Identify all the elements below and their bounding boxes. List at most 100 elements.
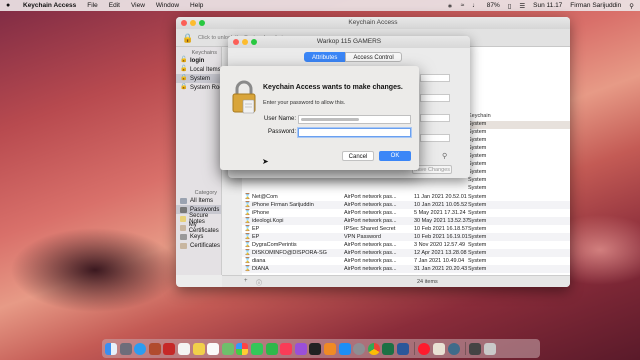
search-icon[interactable]: ⚲ [629, 2, 634, 10]
battery-percent[interactable]: 87% [487, 2, 500, 9]
excel-icon[interactable] [382, 342, 395, 355]
tab-attributes[interactable]: Attributes [304, 52, 346, 62]
table-cell: System [468, 177, 487, 183]
trash-icon[interactable] [483, 342, 496, 355]
table-row[interactable]: ⌛ DIANA AirPort network pas... 31 Jan 2021 … [242, 265, 570, 273]
photos-icon[interactable] [236, 342, 249, 355]
table-cell: System [468, 169, 487, 175]
safari-icon[interactable] [134, 342, 147, 355]
category-my-certificates[interactable]: My Certificates [176, 221, 221, 234]
username-field[interactable] [298, 115, 411, 124]
notes-icon[interactable] [192, 342, 205, 355]
word-icon[interactable] [396, 342, 409, 355]
launchpad-icon[interactable] [119, 342, 132, 355]
preview-icon[interactable] [433, 342, 446, 355]
sidebar-item-system[interactable]: 🔒 System [176, 74, 221, 83]
cancel-button[interactable]: Cancel [342, 151, 374, 161]
control-center-icon[interactable]: ☰ [519, 2, 525, 10]
table-row[interactable]: ⌛ iPhone AirPort network pas... 5 May 2021 … [242, 209, 570, 217]
tab-access-control[interactable]: Access Control [345, 52, 402, 62]
minimize-button[interactable] [190, 20, 196, 26]
app-store-icon[interactable] [338, 342, 351, 355]
table-cell: System [468, 129, 487, 135]
quicktime-icon[interactable] [447, 342, 460, 355]
attribute-field[interactable] [420, 114, 450, 122]
key-icon[interactable]: ⚲ [442, 152, 447, 160]
podcasts-icon[interactable] [294, 342, 307, 355]
password-item-icon: ⌛ [244, 210, 251, 216]
calendar-icon[interactable] [177, 342, 190, 355]
table-row[interactable]: ⌛ iPhone Firman Sarijuddin AirPort network… [242, 201, 570, 209]
info-icon[interactable]: ⓘ [256, 278, 262, 287]
column-keychain[interactable]: Keychain [468, 113, 491, 119]
key-icon [180, 206, 187, 213]
finder-icon[interactable] [105, 342, 117, 355]
item-titlebar[interactable]: Warkop 115 GAMERS [228, 36, 470, 48]
menu-edit[interactable]: Edit [109, 2, 120, 9]
ok-button[interactable]: OK [379, 151, 411, 161]
lock-icon[interactable]: 🔒 [182, 33, 193, 44]
system-preferences-icon[interactable] [353, 342, 366, 355]
attribute-field[interactable] [420, 74, 450, 82]
attribute-field[interactable] [420, 94, 450, 102]
music-icon[interactable] [280, 342, 293, 355]
password-field[interactable] [298, 128, 411, 137]
category-label: Certificates [190, 242, 221, 249]
books-icon[interactable] [323, 342, 336, 355]
battery-icon[interactable]: ▯ [508, 2, 512, 10]
menu-app-name[interactable]: Keychain Access [23, 2, 76, 9]
close-button[interactable] [181, 20, 187, 26]
category-label: My Certificates [188, 221, 219, 234]
tv-icon[interactable] [309, 342, 322, 355]
zoom-button[interactable] [199, 20, 205, 26]
table-row[interactable]: ⌛ diana AirPort network pas... 7 Jan 2021 1… [242, 257, 570, 265]
mouse-cursor-icon: ➤ [262, 157, 269, 166]
redacted-username [301, 118, 359, 121]
traffic-lights [233, 39, 260, 45]
keychain-titlebar[interactable]: Keychain Access [176, 17, 570, 29]
attribute-field[interactable] [420, 134, 450, 142]
item-count: 24 items [417, 279, 438, 285]
unlocked-icon: 🔓 [180, 66, 188, 72]
sidebar-item-label: System [190, 75, 211, 82]
minimize-button[interactable] [242, 39, 248, 45]
bluetooth-icon[interactable]: ∗ [447, 2, 452, 10]
wifi-icon[interactable]: ≈ [461, 2, 465, 9]
downloads-icon[interactable] [469, 342, 482, 355]
maps-icon[interactable] [221, 342, 234, 355]
traffic-lights [181, 20, 208, 26]
zoom-button[interactable] [251, 39, 257, 45]
photo-booth-icon[interactable] [163, 342, 176, 355]
menu-help[interactable]: Help [190, 2, 203, 9]
unlocked-icon: 🔓 [180, 57, 188, 63]
table-row[interactable]: ⌛ DISKOMINFO@DISPORA-SG AirPort network pa… [242, 249, 570, 257]
menu-window[interactable]: Window [156, 2, 179, 9]
close-button[interactable] [233, 39, 239, 45]
add-icon[interactable]: + [244, 278, 248, 284]
facetime-icon[interactable] [265, 342, 278, 355]
apple-menu-icon[interactable]: ● [6, 2, 13, 9]
reminders-icon[interactable] [207, 342, 220, 355]
opera-icon[interactable] [418, 342, 431, 355]
table-row[interactable]: ⌛ EP VPN Password 10 Feb 2021 16.19.01 Syste… [242, 233, 570, 241]
sidebar-item-local-items[interactable]: 🔓 Local Items [176, 65, 221, 74]
password-item-icon: ⌛ [244, 202, 251, 208]
category-all-items[interactable]: All Items [176, 196, 221, 205]
mail-icon[interactable] [148, 342, 161, 355]
table-row[interactable]: ⌛ DygraComPerintis AirPort network pas... 3… [242, 241, 570, 249]
menu-file[interactable]: File [87, 2, 97, 9]
clock[interactable]: Sun 11.17 [533, 2, 562, 9]
volume-icon[interactable]: ♩ [472, 2, 479, 9]
chrome-icon[interactable] [367, 342, 380, 355]
status-bar: + ⓘ 24 items [222, 275, 570, 287]
user-name[interactable]: Firman Sarijuddin [570, 2, 621, 9]
menu-view[interactable]: View [131, 2, 145, 9]
sidebar-item-login[interactable]: 🔓 login [176, 56, 221, 65]
table-row[interactable]: ⌛ Net@Com AirPort network pas... 11 Jan 202… [242, 193, 570, 201]
messages-icon[interactable] [250, 342, 263, 355]
table-cell: System [468, 121, 487, 127]
category-certificates[interactable]: Certificates [176, 241, 221, 250]
sidebar-item-system-roots[interactable]: 🔒 System Roots [176, 83, 227, 92]
table-row[interactable]: ⌛ ideologi.Kopi AirPort network pas... 30 M… [242, 217, 570, 225]
table-row[interactable]: ⌛ EP IPSec Shared Secret 10 Feb 2021 16.18.… [242, 225, 570, 233]
